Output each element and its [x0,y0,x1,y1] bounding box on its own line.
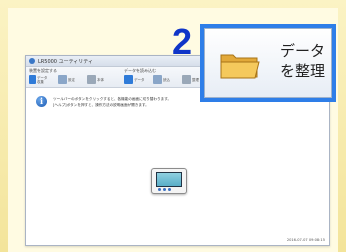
device-screen [156,172,182,187]
logger-device-image [151,168,187,194]
toolbar-button-load[interactable]: 読込 [153,74,175,85]
step-number: 2 [172,21,193,62]
toolbar-button-device[interactable]: 本体 [87,74,109,85]
device-icon [87,75,96,84]
callout-highlight: データ を整理 [200,24,336,102]
window-title: LR5000 ユーティリティ [38,58,93,65]
data-icon [124,75,133,84]
info-text-line-1: ツールバーのボタンをクリックすると、各機能の画面に切り替わります。 [53,97,172,101]
collect-icon [29,75,36,84]
load-icon [153,75,162,84]
organize-data-button-zoomed[interactable]: データ を整理 [204,28,332,98]
device-keys [158,188,171,191]
main-content: i ツールバーのボタンをクリックすると、各機能の画面に切り替わります。 [ヘルプ… [26,88,329,245]
info-icon: i [36,96,47,107]
toolbar-button-settings[interactable]: 設定 [58,74,80,85]
organize-icon [182,75,191,84]
status-timestamp: 2016-07-07 09:08:15 [286,238,325,242]
toolbar-button-data[interactable]: データ [124,74,146,85]
organize-data-label: データ を整理 [279,42,325,80]
info-text-line-2: [ヘルプ]ボタンを押すと、操作方法の説明画面が開きます。 [53,103,149,107]
toolbar-button-collect[interactable]: データ 収集 [29,74,51,85]
settings-icon [58,75,67,84]
folder-icon [220,54,260,79]
app-icon [29,58,35,64]
